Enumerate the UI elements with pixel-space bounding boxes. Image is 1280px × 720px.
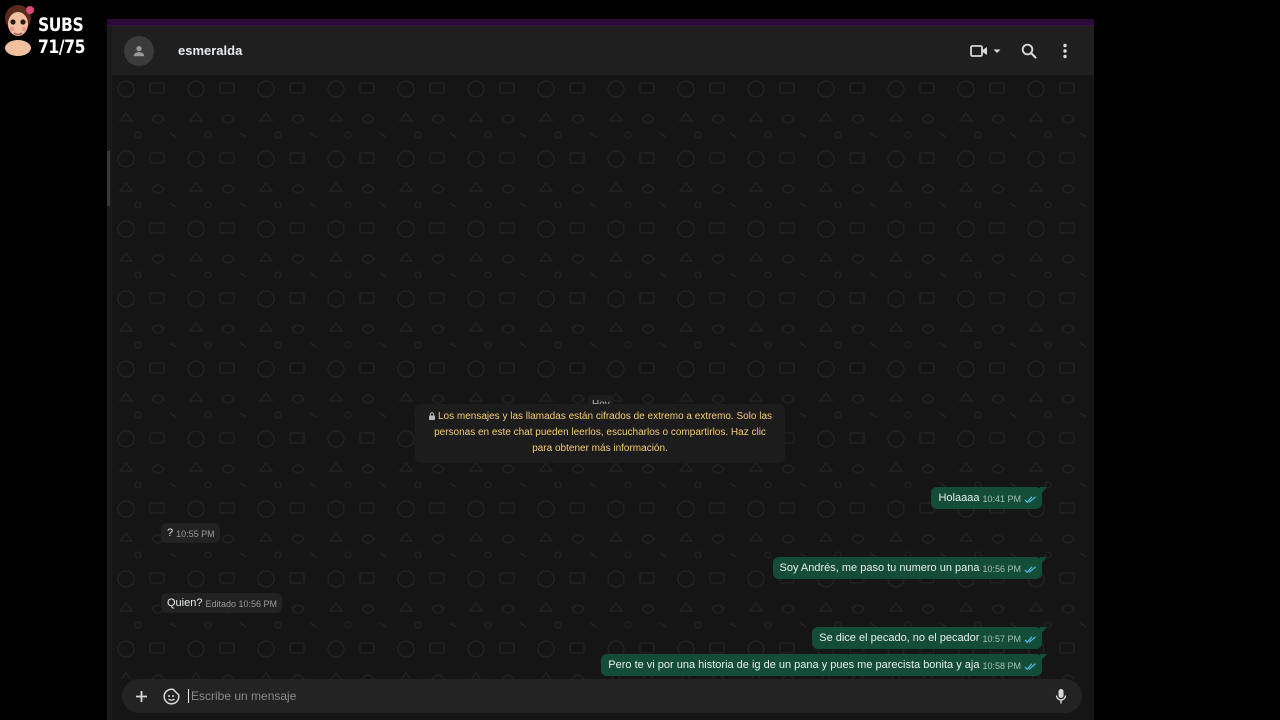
message-bubble-incoming[interactable]: ? 10:55 PM	[161, 523, 220, 543]
contact-name[interactable]: esmeralda	[178, 43, 242, 58]
message-time: 10:56 PM	[982, 564, 1021, 574]
streamer-avatar-icon	[5, 5, 34, 56]
double-check-read-icon	[1024, 565, 1036, 573]
mic-icon	[1055, 688, 1067, 703]
message-bubble-incoming[interactable]: Quien? Editado 10:56 PM	[161, 593, 283, 613]
message-text: Holaaaa	[938, 492, 980, 504]
chat-wallpaper-pattern	[112, 75, 1088, 679]
double-check-read-icon	[1024, 635, 1036, 643]
message-text: Quien?	[167, 597, 203, 609]
search-button[interactable]	[1016, 36, 1042, 66]
stream-overlay: SUBS 71/75	[0, 0, 140, 58]
message-meta: 10:56 PM	[982, 563, 1037, 575]
message-meta: 10:57 PM	[982, 633, 1037, 645]
message-text: Soy Andrés, me paso tu numero un pana	[779, 562, 980, 574]
chevron-down-icon	[993, 49, 1001, 53]
composer-bar	[122, 679, 1082, 713]
chat-window: esmeralda Los mensajes y las llamadas es…	[107, 19, 1094, 720]
message-bubble-outgoing[interactable]: Pero te vi por una historia de ig de un …	[601, 654, 1047, 676]
message-list[interactable]: Hoy Los mensajes y las llamadas están ci…	[112, 75, 1088, 679]
double-check-read-icon	[1024, 662, 1036, 670]
message-meta: 10:55 PM	[176, 528, 215, 540]
lock-icon	[428, 412, 435, 420]
message-bubble-outgoing[interactable]: Se dice el pecado, no el pecador 10:57 P…	[812, 627, 1047, 649]
plus-icon	[135, 690, 147, 702]
search-icon	[1021, 43, 1037, 59]
more-vert-icon	[1063, 43, 1067, 58]
message-bubble-outgoing[interactable]: Soy Andrés, me paso tu numero un pana 10…	[772, 557, 1047, 579]
message-time: 10:57 PM	[982, 634, 1021, 644]
composer	[112, 679, 1094, 720]
chat-scrollbar[interactable]	[1088, 75, 1094, 679]
message-text: ?	[167, 527, 174, 539]
window-top-bar	[107, 19, 1094, 26]
video-call-icon	[970, 44, 987, 57]
message-meta: 10:41 PM	[982, 493, 1037, 505]
message-time: 10:55 PM	[176, 529, 215, 539]
menu-button[interactable]	[1052, 36, 1078, 66]
encryption-notice[interactable]: Los mensajes y las llamadas están cifrad…	[415, 404, 785, 463]
message-input[interactable]	[191, 681, 1048, 711]
message-text: Pero te vi por una historia de ig de un …	[608, 659, 980, 671]
attach-button[interactable]	[128, 683, 154, 709]
edited-label: Editado	[205, 599, 237, 609]
video-call-button[interactable]	[966, 36, 1006, 66]
message-time: 10:56 PM	[238, 599, 278, 609]
text-caret	[188, 689, 189, 703]
resize-handle[interactable]	[107, 151, 110, 206]
message-time: 10:41 PM	[982, 494, 1021, 504]
message-text: Se dice el pecado, no el pecador	[819, 632, 980, 644]
subs-counter: SUBS 71/75	[38, 14, 86, 58]
chat-header: esmeralda	[112, 26, 1094, 75]
message-meta: Editado 10:56 PM	[205, 598, 277, 610]
encryption-notice-text: Los mensajes y las llamadas están cifrad…	[434, 411, 773, 454]
sticker-icon	[162, 687, 180, 705]
sticker-button[interactable]	[158, 683, 184, 709]
voice-message-button[interactable]	[1048, 683, 1074, 709]
header-actions	[966, 26, 1094, 75]
double-check-read-icon	[1024, 495, 1036, 503]
message-meta: 10:58 PM	[982, 660, 1037, 672]
message-time: 10:58 PM	[982, 661, 1021, 671]
message-bubble-outgoing[interactable]: Holaaaa 10:41 PM	[931, 487, 1047, 509]
